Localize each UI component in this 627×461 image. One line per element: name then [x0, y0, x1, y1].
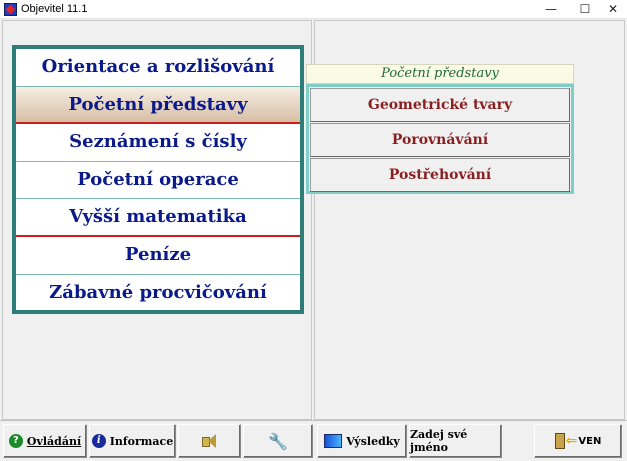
- info-button[interactable]: i Informace: [89, 424, 176, 458]
- close-button[interactable]: ✕: [598, 0, 627, 19]
- main-menu: Orientace a rozlišování Početní představ…: [12, 45, 304, 314]
- help-button[interactable]: ? Ovládání: [3, 424, 87, 458]
- info-label: Informace: [109, 434, 174, 448]
- bottom-toolbar: ? Ovládání i Informace 🔧 Výsledky Zadej …: [0, 420, 627, 461]
- submenu-item-porovnavani[interactable]: Porovnávání: [310, 123, 570, 157]
- results-label: Výsledky: [346, 434, 400, 448]
- enter-name-button[interactable]: Zadej své jméno: [409, 424, 502, 458]
- menu-item-vyssi-matematika[interactable]: Vyšší matematika: [16, 199, 300, 237]
- menu-item-zabavne-procvicovani[interactable]: Zábavné procvičování: [16, 275, 300, 313]
- app-icon: [4, 3, 17, 16]
- maximize-button[interactable]: ☐: [570, 0, 600, 19]
- info-icon: i: [91, 434, 106, 448]
- speaker-icon: [200, 432, 220, 450]
- results-button[interactable]: Výsledky: [317, 424, 407, 458]
- arrow-left-icon: ⇐: [565, 433, 578, 449]
- submenu-item-geometricke-tvary[interactable]: Geometrické tvary: [310, 88, 570, 122]
- menu-item-pocetni-operace[interactable]: Početní operace: [16, 162, 300, 200]
- submenu-header: Početní představy: [306, 64, 574, 84]
- submenu-item-postrehovani[interactable]: Postřehování: [310, 158, 570, 192]
- exit-button[interactable]: ⇐ VEN: [534, 424, 622, 458]
- menu-item-seznameni-s-cisly[interactable]: Seznámení s čísly: [16, 124, 300, 162]
- question-icon: ?: [8, 434, 23, 448]
- enter-name-label: Zadej své jméno: [410, 428, 468, 454]
- menu-item-orientace[interactable]: Orientace a rozlišování: [16, 49, 300, 87]
- menu-item-pocetni-predstavy[interactable]: Početní představy: [16, 86, 300, 125]
- minimize-button[interactable]: —: [536, 0, 566, 19]
- wrench-icon: 🔧: [268, 431, 288, 451]
- settings-button[interactable]: 🔧: [243, 424, 313, 458]
- sound-button[interactable]: [178, 424, 241, 458]
- title-bar: Objevitel 11.1 — ☐ ✕: [0, 0, 627, 19]
- window-title: Objevitel 11.1: [21, 3, 88, 15]
- exit-label: VEN: [578, 435, 602, 447]
- help-label: Ovládání: [26, 434, 82, 448]
- chart-icon: [324, 434, 343, 448]
- door-icon: [554, 433, 565, 449]
- door-exit-icon: ⇐ VEN: [554, 433, 602, 449]
- submenu: Geometrické tvary Porovnávání Postřehová…: [306, 84, 574, 194]
- menu-item-penize[interactable]: Peníze: [16, 237, 300, 275]
